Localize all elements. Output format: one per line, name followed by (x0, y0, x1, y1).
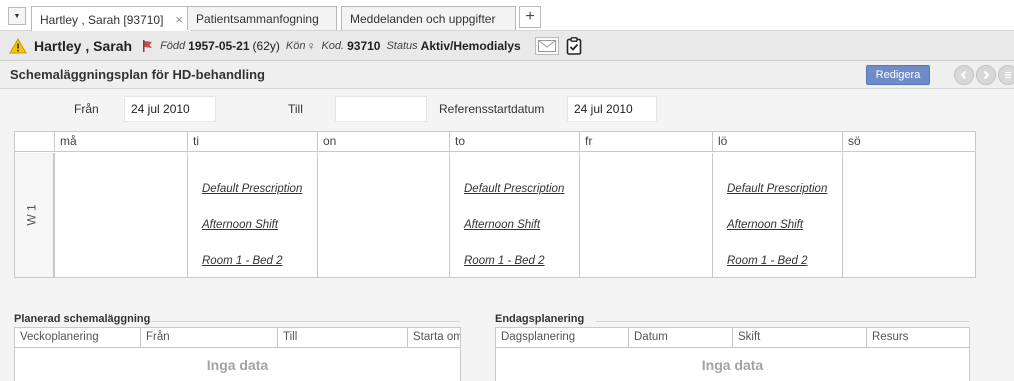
reference-start-label: Referensstartdatum (439, 102, 545, 116)
day-cell-thu[interactable]: Default Prescription Afternoon Shift Roo… (449, 153, 579, 277)
weekly-schedule-grid: må ti on to fr lö sö W 1 Default Prescri… (14, 131, 976, 278)
status-label: Status (386, 39, 418, 52)
day-header-thu: to (449, 132, 579, 152)
code-label: Kod. (321, 39, 345, 52)
code-value: 93710 (347, 38, 381, 53)
close-icon[interactable]: × (175, 12, 183, 27)
warning-icon[interactable] (8, 37, 28, 55)
shift-link[interactable]: Afternoon Shift (202, 219, 278, 231)
single-day-no-data: Inga data (701, 357, 764, 373)
day-header-sat: lö (712, 132, 842, 152)
prescription-link[interactable]: Default Prescription (727, 183, 827, 195)
planned-scheduling-title: Planerad schemaläggning (14, 313, 151, 325)
patient-header: Hartley , Sarah Född 1957-05-21 (62y) Kö… (0, 31, 1014, 61)
status-value: Aktiv/Hemodialys (420, 38, 521, 53)
week-label-cell: W 1 (15, 153, 54, 277)
column-week-planning[interactable]: Veckoplanering (15, 328, 140, 347)
gender-flag-icon (140, 39, 154, 53)
mail-icon[interactable] (534, 36, 559, 55)
tab-dropdown-button[interactable]: ▼ (8, 7, 26, 25)
column-to[interactable]: Till (277, 328, 407, 347)
prescription-link[interactable]: Default Prescription (202, 183, 302, 195)
next-icon[interactable] (976, 65, 996, 85)
single-day-planning-title: Endagsplanering (495, 313, 585, 325)
day-cell-sun[interactable] (842, 153, 975, 277)
add-tab-button[interactable]: + (519, 6, 541, 28)
tab-messages-label: Meddelanden och uppgifter (350, 11, 496, 26)
planned-divider (150, 321, 460, 322)
day-cell-sat[interactable]: Default Prescription Afternoon Shift Roo… (712, 153, 842, 277)
column-day-planning[interactable]: Dagsplanering (496, 328, 628, 347)
day-cell-tue[interactable]: Default Prescription Afternoon Shift Roo… (187, 153, 317, 277)
tab-bar: ▼ Hartley , Sarah [93710] × Patientsamma… (0, 0, 1014, 32)
sex-label: Kön (285, 39, 306, 52)
born-label: Född (160, 39, 186, 52)
room-bed-link[interactable]: Room 1 - Bed 2 (464, 255, 545, 267)
column-date[interactable]: Datum (628, 328, 732, 347)
to-date-field[interactable] (335, 96, 427, 122)
day-header-mon: må (54, 132, 187, 152)
day-cell-fri[interactable] (579, 153, 712, 277)
day-header-tue: ti (187, 132, 317, 152)
day-cell-wed[interactable] (317, 153, 449, 277)
reference-start-date-field[interactable]: 24 jul 2010 (567, 96, 657, 122)
from-date-field[interactable]: 24 jul 2010 (124, 96, 216, 122)
day-header-wed: on (317, 132, 449, 152)
patient-name[interactable]: Hartley , Sarah (34, 38, 132, 54)
page-title: Schemaläggningsplan för HD-behandling (10, 67, 265, 82)
clipboard-check-icon[interactable] (563, 35, 585, 57)
day-header-fri: fr (579, 132, 712, 152)
grid-header: må ti on to fr lö sö (15, 132, 975, 152)
section-header: Schemaläggningsplan för HD-behandling Re… (0, 61, 1014, 89)
tab-patient-merge[interactable]: Patientsammanfogning (187, 6, 337, 30)
more-icon[interactable] (998, 65, 1014, 85)
room-bed-link[interactable]: Room 1 - Bed 2 (727, 255, 808, 267)
tab-patient-merge-label: Patientsammanfogning (196, 11, 319, 26)
planned-scheduling-table: Veckoplanering Från Till Starta om Inga … (14, 327, 461, 381)
tab-patient[interactable]: Hartley , Sarah [93710] × (31, 6, 192, 32)
from-label: Från (74, 102, 99, 116)
single-day-planning-table: Dagsplanering Datum Skift Resurs Inga da… (495, 327, 970, 381)
age-value: (62y) (252, 38, 280, 53)
week-label: W 1 (24, 204, 39, 226)
content-area: Från 24 jul 2010 Till Referensstartdatum… (0, 89, 1014, 381)
column-restart[interactable]: Starta om (407, 328, 460, 347)
shift-link[interactable]: Afternoon Shift (727, 219, 803, 231)
prescription-link[interactable]: Default Prescription (464, 183, 564, 195)
tab-patient-label: Hartley , Sarah [93710] (40, 12, 164, 27)
day-header-sun: sö (842, 132, 975, 152)
tab-messages[interactable]: Meddelanden och uppgifter (341, 6, 516, 30)
room-bed-link[interactable]: Room 1 - Bed 2 (202, 255, 283, 267)
column-resource[interactable]: Resurs (866, 328, 969, 347)
single-day-table-header: Dagsplanering Datum Skift Resurs (496, 328, 969, 348)
born-value: 1957-05-21 (188, 38, 250, 53)
day-cell-mon[interactable] (54, 153, 187, 277)
previous-icon[interactable] (954, 65, 974, 85)
column-from[interactable]: Från (140, 328, 277, 347)
planned-no-data: Inga data (206, 357, 269, 373)
edit-button[interactable]: Redigera (866, 65, 930, 85)
female-icon: ♀ (306, 38, 316, 53)
planned-table-header: Veckoplanering Från Till Starta om (15, 328, 460, 348)
column-shift[interactable]: Skift (732, 328, 866, 347)
to-label: Till (288, 102, 303, 116)
shift-link[interactable]: Afternoon Shift (464, 219, 540, 231)
single-day-divider (596, 321, 970, 322)
